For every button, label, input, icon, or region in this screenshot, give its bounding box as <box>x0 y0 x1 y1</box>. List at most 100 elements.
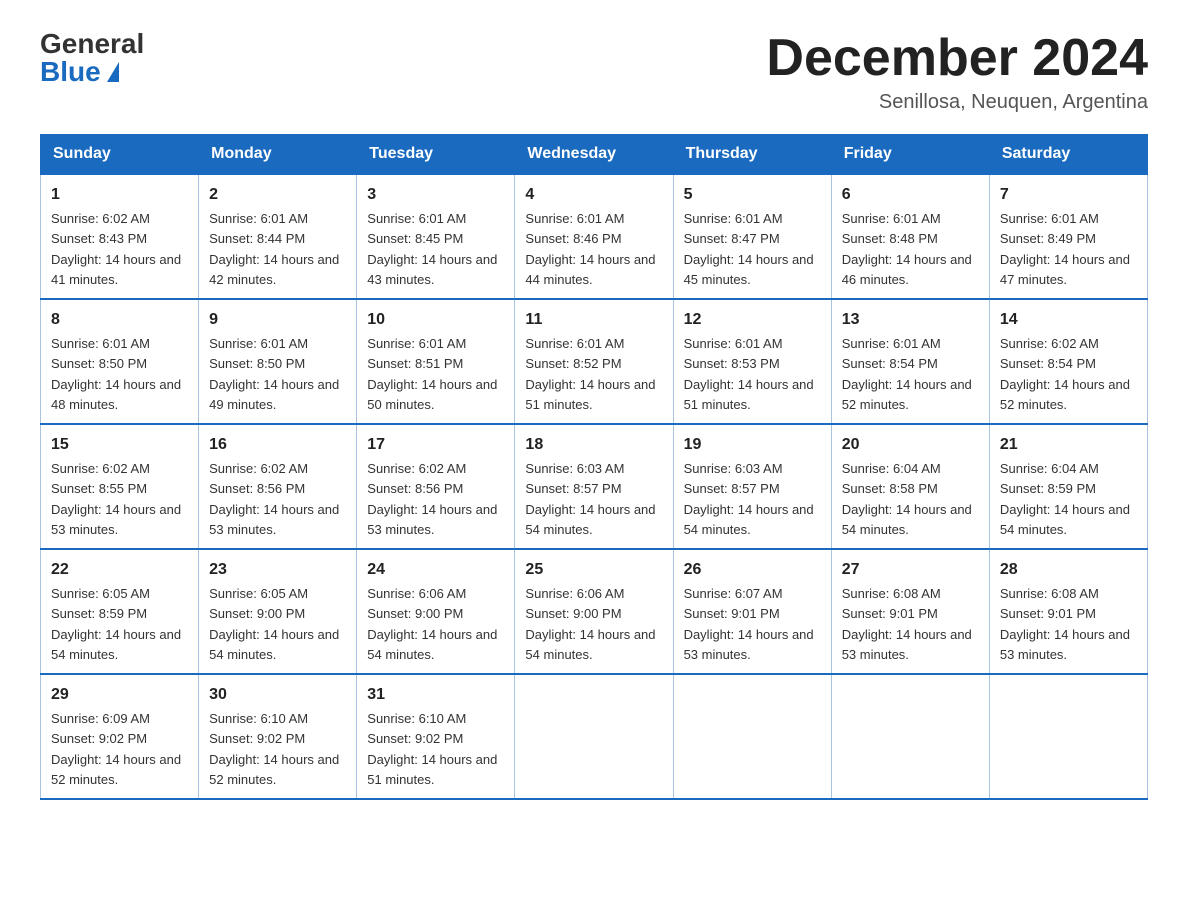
column-header-monday: Monday <box>199 135 357 175</box>
logo-general-text: General <box>40 30 144 58</box>
daylight-info: Daylight: 14 hours and 52 minutes. <box>1000 377 1130 412</box>
daylight-info: Daylight: 14 hours and 52 minutes. <box>51 752 181 787</box>
sunrise-info: Sunrise: 6:03 AM <box>684 461 783 476</box>
sunrise-info: Sunrise: 6:04 AM <box>842 461 941 476</box>
day-number: 13 <box>842 308 979 332</box>
calendar-cell: 10 Sunrise: 6:01 AM Sunset: 8:51 PM Dayl… <box>357 299 515 424</box>
daylight-info: Daylight: 14 hours and 53 minutes. <box>367 502 497 537</box>
daylight-info: Daylight: 14 hours and 54 minutes. <box>684 502 814 537</box>
sunrise-info: Sunrise: 6:09 AM <box>51 711 150 726</box>
sunset-info: Sunset: 8:54 PM <box>842 356 938 371</box>
daylight-info: Daylight: 14 hours and 53 minutes. <box>209 502 339 537</box>
sunrise-info: Sunrise: 6:01 AM <box>525 336 624 351</box>
day-number: 25 <box>525 558 662 582</box>
sunset-info: Sunset: 8:51 PM <box>367 356 463 371</box>
daylight-info: Daylight: 14 hours and 48 minutes. <box>51 377 181 412</box>
sunset-info: Sunset: 8:50 PM <box>51 356 147 371</box>
sunset-info: Sunset: 8:59 PM <box>51 606 147 621</box>
calendar-cell: 31 Sunrise: 6:10 AM Sunset: 9:02 PM Dayl… <box>357 674 515 799</box>
calendar-table: SundayMondayTuesdayWednesdayThursdayFrid… <box>40 134 1148 800</box>
sunset-info: Sunset: 8:44 PM <box>209 231 305 246</box>
daylight-info: Daylight: 14 hours and 54 minutes. <box>842 502 972 537</box>
daylight-info: Daylight: 14 hours and 53 minutes. <box>842 627 972 662</box>
calendar-cell: 18 Sunrise: 6:03 AM Sunset: 8:57 PM Dayl… <box>515 424 673 549</box>
sunset-info: Sunset: 8:55 PM <box>51 481 147 496</box>
column-header-wednesday: Wednesday <box>515 135 673 175</box>
sunrise-info: Sunrise: 6:06 AM <box>367 586 466 601</box>
daylight-info: Daylight: 14 hours and 52 minutes. <box>209 752 339 787</box>
logo-blue-text: Blue <box>40 58 119 86</box>
sunset-info: Sunset: 8:54 PM <box>1000 356 1096 371</box>
daylight-info: Daylight: 14 hours and 54 minutes. <box>525 502 655 537</box>
calendar-cell: 13 Sunrise: 6:01 AM Sunset: 8:54 PM Dayl… <box>831 299 989 424</box>
daylight-info: Daylight: 14 hours and 51 minutes. <box>525 377 655 412</box>
daylight-info: Daylight: 14 hours and 54 minutes. <box>1000 502 1130 537</box>
day-number: 17 <box>367 433 504 457</box>
column-header-thursday: Thursday <box>673 135 831 175</box>
day-number: 29 <box>51 683 188 707</box>
day-number: 26 <box>684 558 821 582</box>
daylight-info: Daylight: 14 hours and 54 minutes. <box>367 627 497 662</box>
sunrise-info: Sunrise: 6:07 AM <box>684 586 783 601</box>
sunset-info: Sunset: 9:00 PM <box>525 606 621 621</box>
sunrise-info: Sunrise: 6:04 AM <box>1000 461 1099 476</box>
sunrise-info: Sunrise: 6:01 AM <box>842 211 941 226</box>
daylight-info: Daylight: 14 hours and 51 minutes. <box>684 377 814 412</box>
daylight-info: Daylight: 14 hours and 54 minutes. <box>525 627 655 662</box>
sunset-info: Sunset: 8:43 PM <box>51 231 147 246</box>
daylight-info: Daylight: 14 hours and 54 minutes. <box>209 627 339 662</box>
day-number: 23 <box>209 558 346 582</box>
calendar-cell: 27 Sunrise: 6:08 AM Sunset: 9:01 PM Dayl… <box>831 549 989 674</box>
column-header-saturday: Saturday <box>989 135 1147 175</box>
day-number: 8 <box>51 308 188 332</box>
calendar-cell: 4 Sunrise: 6:01 AM Sunset: 8:46 PM Dayli… <box>515 174 673 299</box>
sunrise-info: Sunrise: 6:02 AM <box>209 461 308 476</box>
sunset-info: Sunset: 9:00 PM <box>367 606 463 621</box>
daylight-info: Daylight: 14 hours and 46 minutes. <box>842 252 972 287</box>
day-number: 22 <box>51 558 188 582</box>
sunrise-info: Sunrise: 6:01 AM <box>209 336 308 351</box>
sunrise-info: Sunrise: 6:03 AM <box>525 461 624 476</box>
daylight-info: Daylight: 14 hours and 41 minutes. <box>51 252 181 287</box>
sunrise-info: Sunrise: 6:01 AM <box>51 336 150 351</box>
sunset-info: Sunset: 8:49 PM <box>1000 231 1096 246</box>
calendar-cell: 20 Sunrise: 6:04 AM Sunset: 8:58 PM Dayl… <box>831 424 989 549</box>
calendar-cell: 24 Sunrise: 6:06 AM Sunset: 9:00 PM Dayl… <box>357 549 515 674</box>
day-number: 9 <box>209 308 346 332</box>
sunrise-info: Sunrise: 6:01 AM <box>842 336 941 351</box>
sunset-info: Sunset: 8:52 PM <box>525 356 621 371</box>
daylight-info: Daylight: 14 hours and 49 minutes. <box>209 377 339 412</box>
week-row-5: 29 Sunrise: 6:09 AM Sunset: 9:02 PM Dayl… <box>41 674 1148 799</box>
sunrise-info: Sunrise: 6:02 AM <box>51 461 150 476</box>
sunset-info: Sunset: 8:57 PM <box>525 481 621 496</box>
day-number: 19 <box>684 433 821 457</box>
daylight-info: Daylight: 14 hours and 53 minutes. <box>684 627 814 662</box>
sunrise-info: Sunrise: 6:02 AM <box>1000 336 1099 351</box>
sunrise-info: Sunrise: 6:01 AM <box>684 211 783 226</box>
sunrise-info: Sunrise: 6:08 AM <box>1000 586 1099 601</box>
day-number: 2 <box>209 183 346 207</box>
sunrise-info: Sunrise: 6:01 AM <box>525 211 624 226</box>
sunrise-info: Sunrise: 6:05 AM <box>209 586 308 601</box>
daylight-info: Daylight: 14 hours and 50 minutes. <box>367 377 497 412</box>
sunrise-info: Sunrise: 6:05 AM <box>51 586 150 601</box>
day-number: 6 <box>842 183 979 207</box>
sunset-info: Sunset: 8:56 PM <box>367 481 463 496</box>
week-row-4: 22 Sunrise: 6:05 AM Sunset: 8:59 PM Dayl… <box>41 549 1148 674</box>
calendar-cell: 17 Sunrise: 6:02 AM Sunset: 8:56 PM Dayl… <box>357 424 515 549</box>
sunset-info: Sunset: 8:59 PM <box>1000 481 1096 496</box>
day-number: 18 <box>525 433 662 457</box>
column-header-sunday: Sunday <box>41 135 199 175</box>
calendar-cell <box>989 674 1147 799</box>
day-number: 11 <box>525 308 662 332</box>
sunset-info: Sunset: 8:48 PM <box>842 231 938 246</box>
day-number: 10 <box>367 308 504 332</box>
sunset-info: Sunset: 9:01 PM <box>684 606 780 621</box>
page-header: General Blue December 2024 Senillosa, Ne… <box>40 30 1148 114</box>
calendar-cell: 19 Sunrise: 6:03 AM Sunset: 8:57 PM Dayl… <box>673 424 831 549</box>
day-number: 21 <box>1000 433 1137 457</box>
calendar-cell: 1 Sunrise: 6:02 AM Sunset: 8:43 PM Dayli… <box>41 174 199 299</box>
calendar-cell: 21 Sunrise: 6:04 AM Sunset: 8:59 PM Dayl… <box>989 424 1147 549</box>
logo: General Blue <box>40 30 144 86</box>
day-number: 16 <box>209 433 346 457</box>
